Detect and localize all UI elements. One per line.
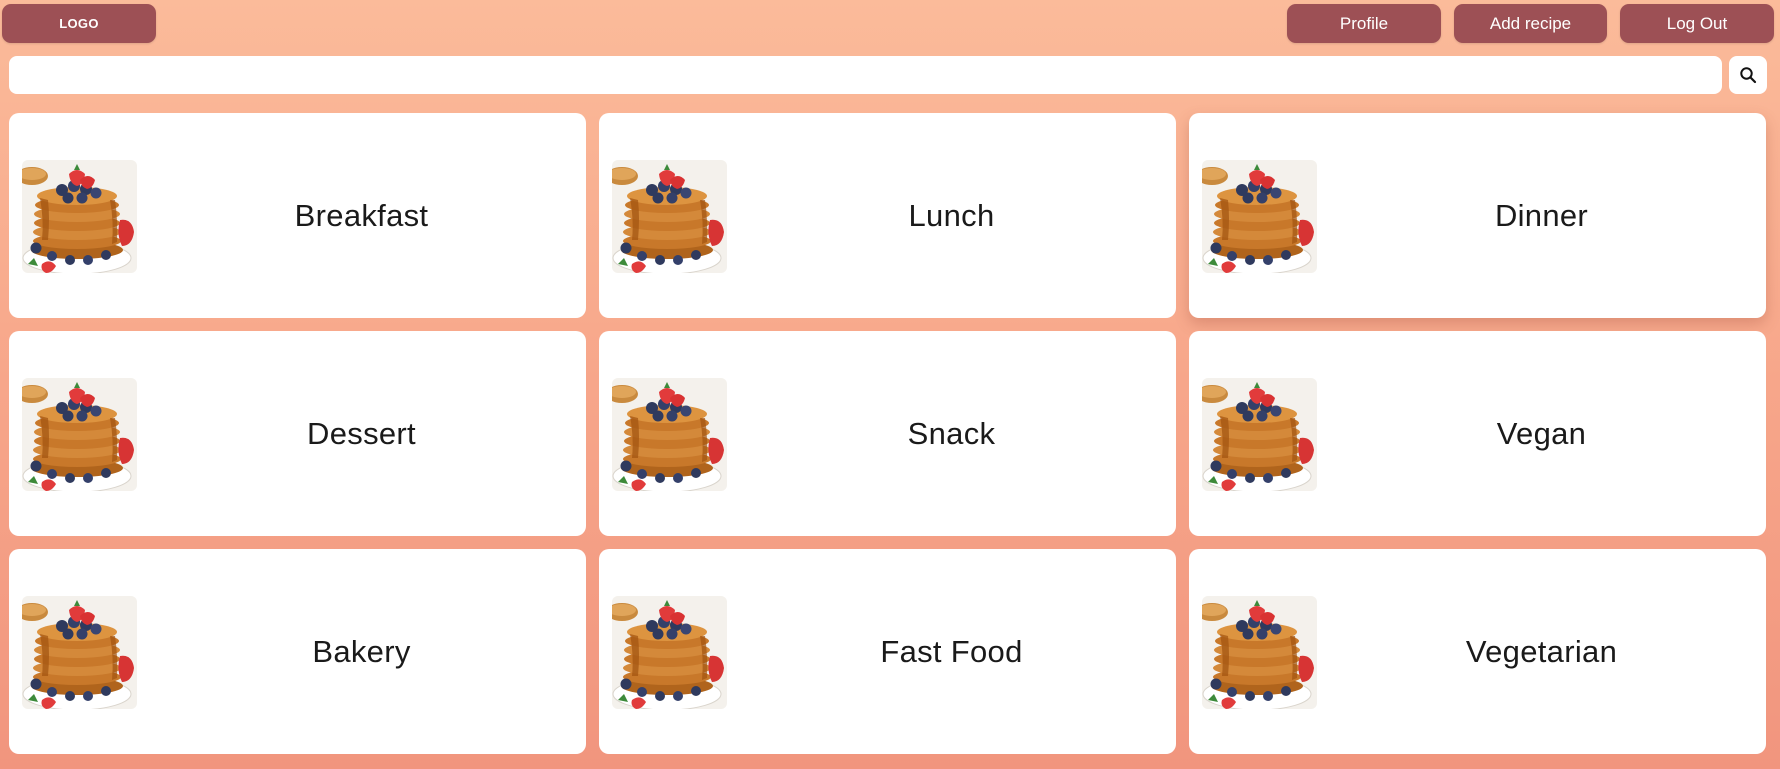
category-image xyxy=(612,378,727,491)
pancake-stack-photo xyxy=(22,596,137,709)
profile-button[interactable]: Profile xyxy=(1287,4,1441,43)
category-label: Breakfast xyxy=(294,197,429,233)
category-label: Vegan xyxy=(1496,415,1587,451)
search-button[interactable] xyxy=(1729,56,1767,94)
top-navigation-bar: LOGO Profile Add recipe Log Out xyxy=(0,0,1780,46)
pancake-stack-photo xyxy=(612,596,727,709)
category-label: Vegetarian xyxy=(1465,633,1618,669)
category-image xyxy=(612,596,727,709)
category-card-dessert[interactable]: Dessert xyxy=(9,331,586,536)
category-grid: Breakfast Lunch Dinner Dessert Snack Veg… xyxy=(9,113,1767,754)
category-card-vegan[interactable]: Vegan xyxy=(1189,331,1766,536)
category-label: Fast Food xyxy=(880,633,1023,669)
pancake-stack-photo xyxy=(612,160,727,273)
logout-button[interactable]: Log Out xyxy=(1620,4,1774,43)
logo-button[interactable]: LOGO xyxy=(2,4,156,43)
category-image xyxy=(22,378,137,491)
add-recipe-button[interactable]: Add recipe xyxy=(1454,4,1607,43)
category-card-snack[interactable]: Snack xyxy=(599,331,1176,536)
pancake-stack-photo xyxy=(22,160,137,273)
category-label: Bakery xyxy=(312,633,411,669)
category-card-lunch[interactable]: Lunch xyxy=(599,113,1176,318)
category-label: Snack xyxy=(907,415,996,451)
category-card-bakery[interactable]: Bakery xyxy=(9,549,586,754)
pancake-stack-photo xyxy=(612,378,727,491)
category-card-breakfast[interactable]: Breakfast xyxy=(9,113,586,318)
category-image xyxy=(1202,160,1317,273)
category-card-fast-food[interactable]: Fast Food xyxy=(599,549,1176,754)
category-label: Lunch xyxy=(908,197,995,233)
category-image xyxy=(1202,596,1317,709)
category-card-dinner[interactable]: Dinner xyxy=(1189,113,1766,318)
category-image xyxy=(22,160,137,273)
search-input[interactable] xyxy=(9,56,1722,94)
search-icon xyxy=(1740,67,1757,84)
category-image xyxy=(22,596,137,709)
pancake-stack-photo xyxy=(22,378,137,491)
pancake-stack-photo xyxy=(1202,378,1317,491)
category-label: Dessert xyxy=(307,415,416,451)
category-card-vegetarian[interactable]: Vegetarian xyxy=(1189,549,1766,754)
pancake-stack-photo xyxy=(1202,160,1317,273)
category-image xyxy=(612,160,727,273)
category-image xyxy=(1202,378,1317,491)
pancake-stack-photo xyxy=(1202,596,1317,709)
category-label: Dinner xyxy=(1494,197,1589,233)
